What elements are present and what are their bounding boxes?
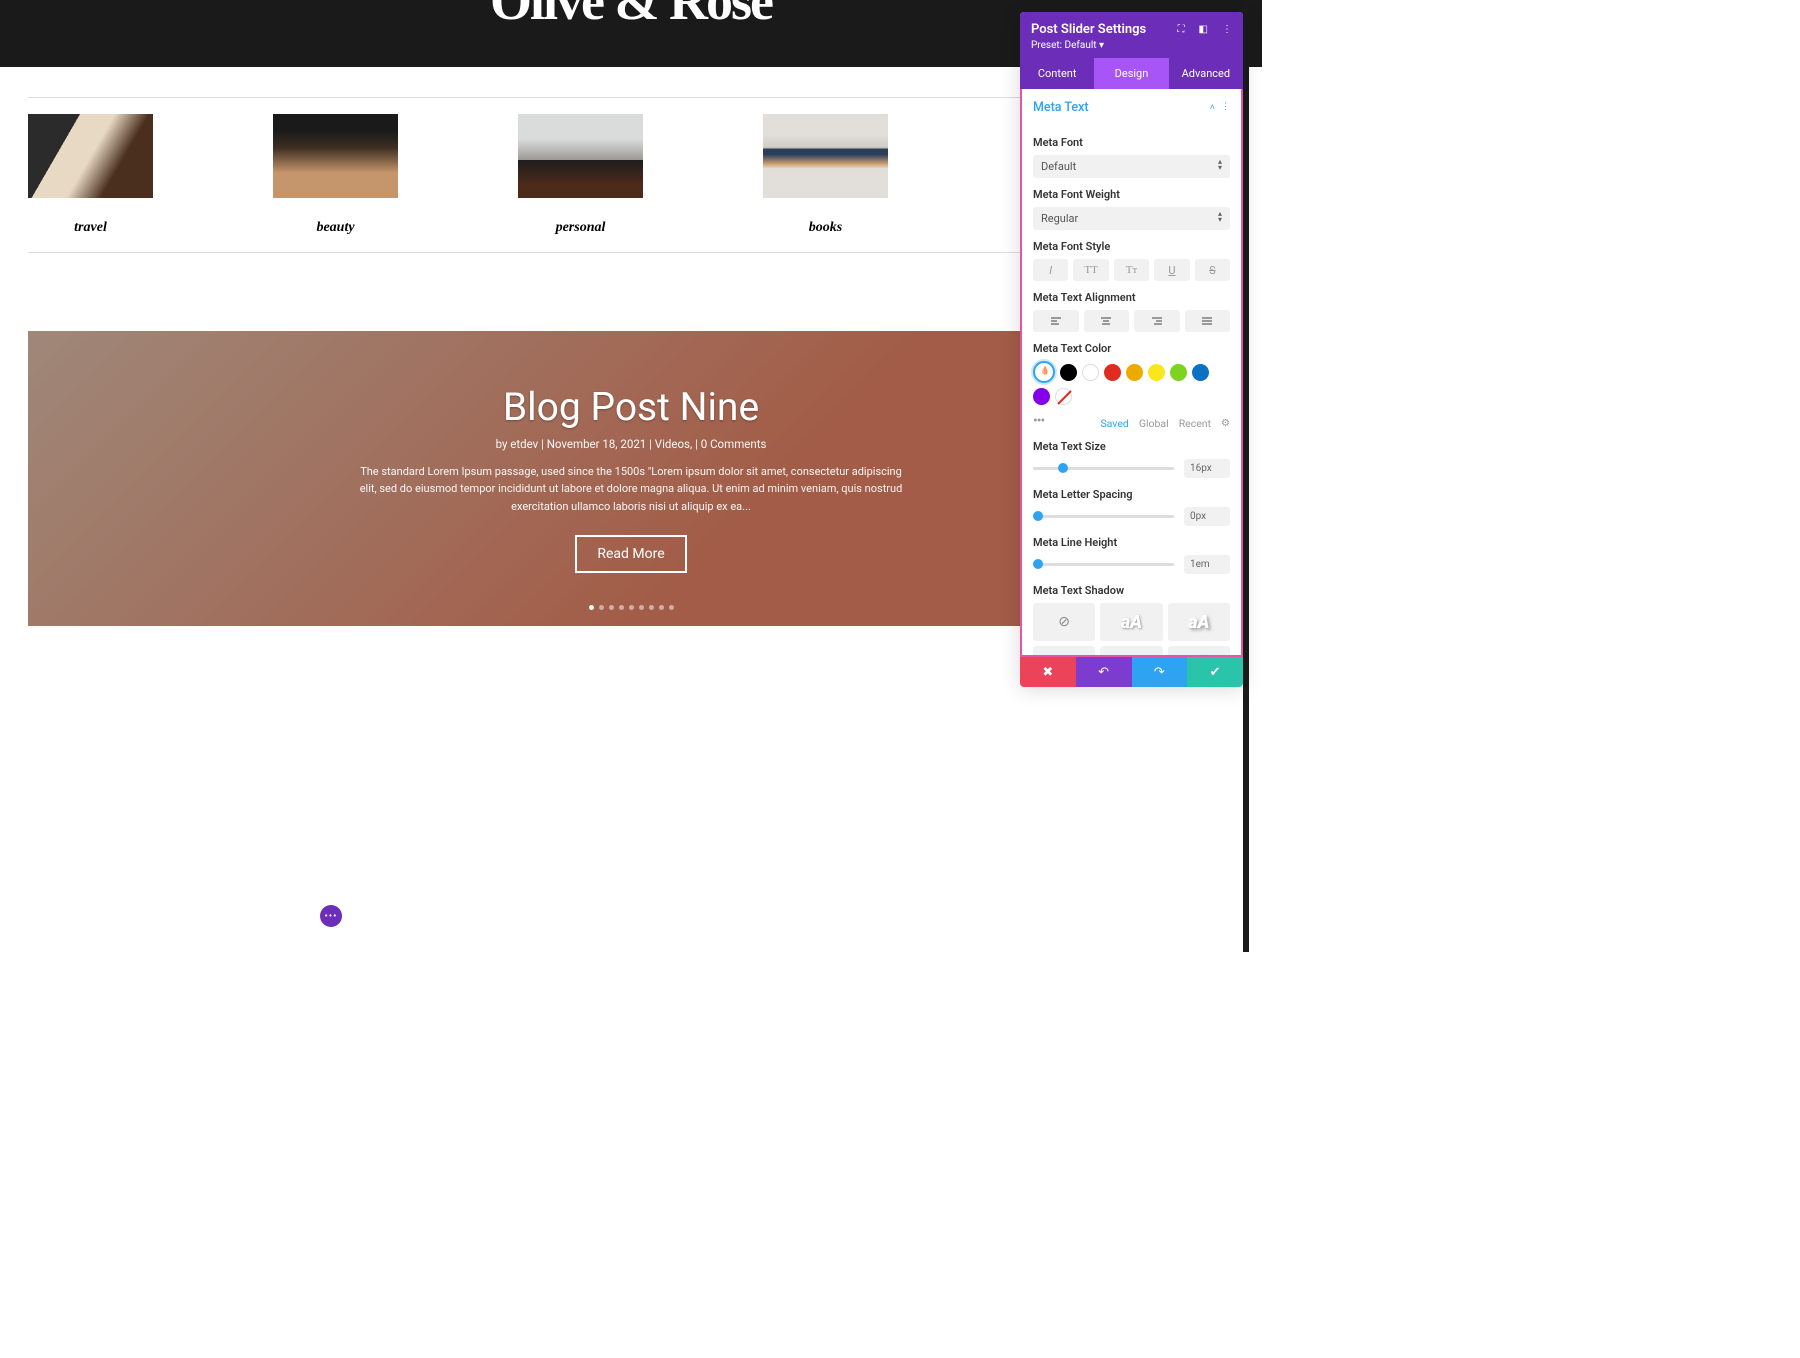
pagination-dot[interactable] <box>629 605 634 610</box>
spacing-slider[interactable] <box>1033 515 1174 518</box>
more-icon[interactable]: ⋮ <box>1221 102 1230 113</box>
style-italic-button[interactable]: I <box>1033 259 1068 281</box>
lineheight-input[interactable]: 1em <box>1184 555 1230 574</box>
save-button[interactable]: ✔ <box>1187 657 1243 687</box>
category-image <box>28 114 153 198</box>
color-swatch[interactable] <box>1192 364 1209 381</box>
label-meta-shadow: Meta Text Shadow <box>1033 584 1230 597</box>
color-swatch[interactable] <box>1082 364 1099 381</box>
shadow-preset-button[interactable]: aA <box>1100 646 1162 657</box>
category-beauty[interactable]: beauty <box>273 114 398 236</box>
category-travel[interactable]: travel <box>28 114 153 236</box>
builder-fab-button[interactable]: ••• <box>320 905 342 927</box>
panel-header: Post Slider Settings ⛶ ◧ ⋮ Preset: Defau… <box>1020 12 1243 58</box>
columns-icon[interactable]: ◧ <box>1199 24 1208 35</box>
slider-pagination <box>28 605 1234 610</box>
label-meta-font-style: Meta Font Style <box>1033 240 1230 253</box>
post-meta: by etdev | November 18, 2021 | Videos, |… <box>351 437 911 451</box>
label-meta-color: Meta Text Color <box>1033 342 1230 355</box>
palette-saved-tab[interactable]: Saved <box>1100 417 1128 430</box>
style-underline-button[interactable]: U <box>1154 259 1189 281</box>
color-picker-button[interactable] <box>1033 361 1055 383</box>
panel-title: Post Slider Settings <box>1031 22 1146 37</box>
label-meta-font-weight: Meta Font Weight <box>1033 188 1230 201</box>
redo-button[interactable]: ↷ <box>1132 657 1188 687</box>
lineheight-slider[interactable] <box>1033 563 1174 566</box>
label-meta-font: Meta Font <box>1033 136 1230 149</box>
category-label: travel <box>28 220 153 236</box>
palette-recent-tab[interactable]: Recent <box>1179 417 1211 430</box>
color-swatch[interactable] <box>1148 364 1165 381</box>
section-meta-text[interactable]: Meta Text ˄ ⋮ <box>1033 89 1230 126</box>
tab-design[interactable]: Design <box>1094 58 1168 89</box>
color-swatch[interactable] <box>1126 364 1143 381</box>
cancel-button[interactable]: ✖ <box>1020 657 1076 687</box>
label-meta-size: Meta Text Size <box>1033 440 1230 453</box>
panel-tabs: Content Design Advanced <box>1020 58 1243 89</box>
category-personal[interactable]: personal <box>518 114 643 236</box>
tab-advanced[interactable]: Advanced <box>1169 58 1243 89</box>
pagination-dot[interactable] <box>599 605 604 610</box>
select-meta-font-weight[interactable]: Regular▴▾ <box>1033 207 1230 230</box>
category-image <box>763 114 888 198</box>
gear-icon[interactable]: ⚙ <box>1221 418 1230 429</box>
align-justify-button[interactable] <box>1185 310 1231 332</box>
shadow-preset-button[interactable]: aA <box>1168 646 1230 657</box>
settings-panel: Post Slider Settings ⛶ ◧ ⋮ Preset: Defau… <box>1020 12 1243 687</box>
pagination-dot[interactable] <box>589 605 594 610</box>
more-icon[interactable]: ⋮ <box>1222 24 1232 35</box>
size-input[interactable]: 16px <box>1184 459 1230 478</box>
label-meta-lineheight: Meta Line Height <box>1033 536 1230 549</box>
chevron-up-icon[interactable]: ˄ <box>1210 102 1215 113</box>
category-label: books <box>763 220 888 236</box>
style-strikethrough-button[interactable]: S <box>1195 259 1230 281</box>
style-uppercase-button[interactable]: TT <box>1073 259 1108 281</box>
color-swatch[interactable] <box>1033 388 1050 405</box>
select-meta-font[interactable]: Default▴▾ <box>1033 155 1230 178</box>
category-image <box>518 114 643 198</box>
pagination-dot[interactable] <box>609 605 614 610</box>
align-center-button[interactable] <box>1084 310 1130 332</box>
tab-content[interactable]: Content <box>1020 58 1094 89</box>
right-edge-bar <box>1243 0 1249 952</box>
color-swatch[interactable] <box>1060 364 1077 381</box>
style-smallcaps-button[interactable]: Tᴛ <box>1114 259 1149 281</box>
more-colors-button[interactable]: ••• <box>1033 413 1044 429</box>
pagination-dot[interactable] <box>649 605 654 610</box>
post-title: Blog Post Nine <box>351 384 911 431</box>
read-more-button[interactable]: Read More <box>575 535 686 573</box>
pagination-dot[interactable] <box>619 605 624 610</box>
color-swatch[interactable] <box>1170 364 1187 381</box>
pagination-dot[interactable] <box>639 605 644 610</box>
preset-selector[interactable]: Preset: Default ▾ <box>1031 40 1232 51</box>
panel-footer: ✖ ↶ ↷ ✔ <box>1020 657 1243 687</box>
pagination-dot[interactable] <box>669 605 674 610</box>
panel-body: Meta Text ˄ ⋮ Meta Font Default▴▾ Meta Fo… <box>1020 89 1243 657</box>
size-slider[interactable] <box>1033 467 1174 470</box>
post-excerpt: The standard Lorem Ipsum passage, used s… <box>351 463 911 516</box>
color-swatch[interactable] <box>1104 364 1121 381</box>
color-none-button[interactable] <box>1055 388 1072 405</box>
palette-global-tab[interactable]: Global <box>1139 417 1169 430</box>
label-meta-alignment: Meta Text Alignment <box>1033 291 1230 304</box>
spacing-input[interactable]: 0px <box>1184 507 1230 526</box>
align-right-button[interactable] <box>1134 310 1180 332</box>
site-title: Olive & Rose <box>490 0 772 32</box>
shadow-preset-button[interactable]: aA <box>1033 646 1095 657</box>
label-meta-spacing: Meta Letter Spacing <box>1033 488 1230 501</box>
category-label: beauty <box>273 220 398 236</box>
align-left-button[interactable] <box>1033 310 1079 332</box>
pagination-dot[interactable] <box>659 605 664 610</box>
section-title: Meta Text <box>1033 100 1089 115</box>
category-label: personal <box>518 220 643 236</box>
category-books[interactable]: books <box>763 114 888 236</box>
category-image <box>273 114 398 198</box>
expand-icon[interactable]: ⛶ <box>1178 24 1185 35</box>
undo-button[interactable]: ↶ <box>1076 657 1132 687</box>
